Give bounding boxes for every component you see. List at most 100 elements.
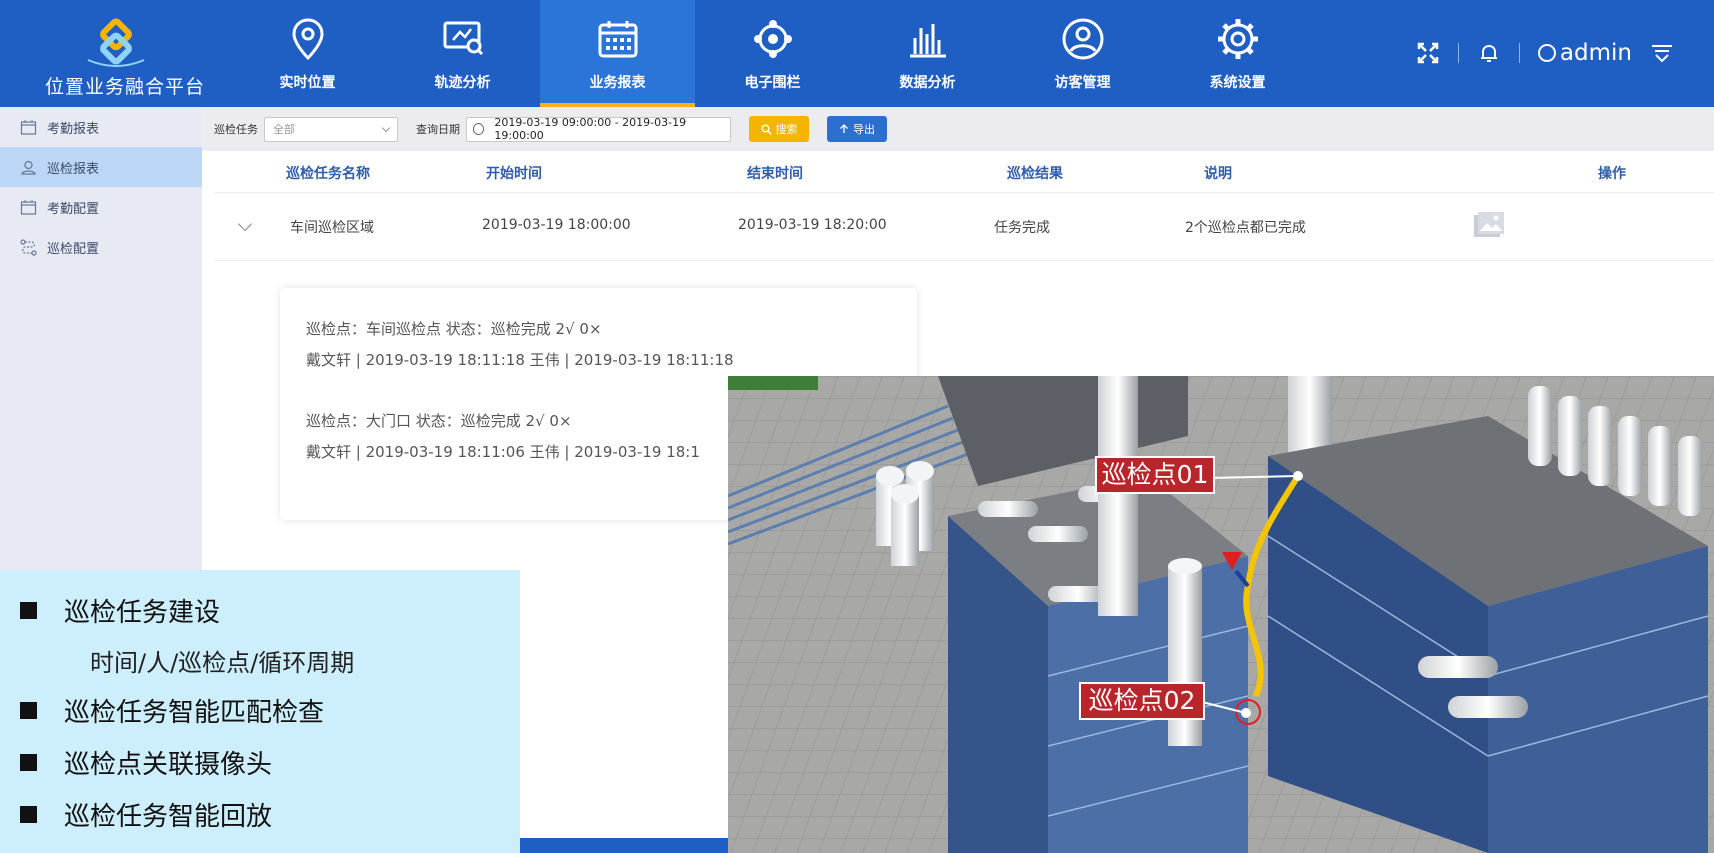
nav-label: 轨迹分析 [434,75,491,91]
app-title: 位置业务融合平台 [44,76,205,98]
sidebar-item-label: 考勤配置 [47,201,100,217]
plant-3d-scene: 巡检点01 巡检点02 [728,376,1714,853]
dropdown-menu-icon[interactable] [1650,41,1674,65]
checkpoint-record: 戴文轩 | 2019-03-19 18:11:18 王伟 | 2019-03-1… [306,351,734,369]
feature-item: 巡检任务智能回放 [0,788,520,840]
nav-label: 实时位置 [279,75,336,91]
image-playback-icon[interactable] [1472,211,1506,239]
task-name-cell: 车间巡检区域 [290,220,374,236]
user-menu[interactable]: admin [1537,40,1632,66]
nav-item-track-analysis[interactable]: 轨迹分析 [385,0,540,107]
fence-icon [754,20,792,58]
task-filter-label: 巡检任务 [214,123,258,136]
feature-text: 巡检任务智能匹配检查 [64,697,325,728]
expand-chevron-icon[interactable] [237,216,253,232]
calendar-icon [20,199,37,215]
column-header: 操作 [1598,165,1626,182]
feature-subtext: 时间/人/巡检点/循环周期 [90,648,355,677]
gear-icon [1218,19,1258,59]
sidebar: 考勤报表 巡检报表 考勤配置 巡检配置 [0,107,202,570]
nav-item-business-report[interactable]: 业务报表 [540,0,695,107]
checkpoint-01-callout[interactable]: 巡检点01 [1095,456,1215,494]
sidebar-item-attendance-config[interactable]: 考勤配置 [0,187,202,227]
nav-label: 电子围栏 [744,75,801,91]
column-header: 巡检结果 [1007,165,1063,182]
brand: 位置业务融合平台 [0,0,250,107]
column-header: 开始时间 [486,165,542,182]
avatar-icon [1537,44,1556,62]
bullet-icon [20,805,37,823]
divider [1518,43,1520,63]
feature-text: 巡检任务建设 [64,597,221,628]
feature-text: 巡检点关联摄像头 [64,749,273,780]
nav-item-data-analysis[interactable]: 数据分析 [850,0,1005,107]
clock-icon [473,123,485,135]
sidebar-item-label: 巡检配置 [47,241,100,257]
sidebar-item-label: 巡检报表 [47,161,100,177]
track-monitor-icon [443,21,484,56]
sidebar-item-label: 考勤报表 [47,121,100,137]
route-icon [20,238,37,256]
start-time-cell: 2019-03-19 18:00:00 [482,217,631,233]
nav-item-realtime-location[interactable]: 实时位置 [230,0,385,107]
date-range-value: 2019-03-19 09:00:00 - 2019-03-19 19:00:0… [494,116,687,142]
bullet-icon [20,701,37,719]
feature-item: 巡检点关联摄像头 [0,736,520,788]
sidebar-item-patrol-config[interactable]: 巡检配置 [0,227,202,267]
nav-item-visitor-management[interactable]: 访客管理 [1005,0,1160,107]
column-header: 结束时间 [747,165,803,182]
calendar-report-icon [598,21,638,58]
patrol-table: 巡检任务名称 开始时间 结束时间 巡检结果 说明 操作 车间巡检区域 2019-… [214,153,1714,261]
app-root: 位置业务融合平台 实时位置 轨迹分析 业务报表 电子围栏 数据分析 访客管理 系… [0,0,1714,853]
search-icon [761,124,771,134]
calendar-icon [20,119,37,135]
plant-illustration: 巡检点01 巡检点02 [728,376,1714,853]
search-button-label: 搜索 [775,123,798,136]
checkpoint-status: 巡检点：车间巡检点 状态：巡检完成 2√ 0× [306,320,602,338]
logo-icon [87,18,145,67]
header-tools: admin [1416,38,1674,68]
feature-item: 巡检任务智能匹配检查 [0,684,520,736]
checkpoint-02-label: 巡检点02 [1089,686,1196,715]
nav-item-electronic-fence[interactable]: 电子围栏 [695,0,850,107]
export-button[interactable]: 导出 [827,116,887,142]
location-pin-icon [292,18,324,61]
feature-list: 巡检任务建设 时间/人/巡检点/循环周期 巡检任务智能匹配检查 巡检点关联摄像头… [0,570,520,853]
date-range-input[interactable]: 2019-03-19 09:00:00 - 2019-03-19 19:00:0… [466,116,731,142]
filter-bar: 巡检任务 全部 查询日期 2019-03-19 09:00:00 - 2019-… [202,107,1714,151]
main-nav: 实时位置 轨迹分析 业务报表 电子围栏 数据分析 访客管理 系统设置 [230,0,1315,107]
username: admin [1559,40,1632,66]
nav-label: 数据分析 [899,75,956,91]
nav-label: 访客管理 [1054,75,1111,91]
upload-icon [840,123,848,133]
bottom-accent-bar [520,838,730,853]
sidebar-item-patrol-report[interactable]: 巡检报表 [0,147,202,187]
result-cell: 任务完成 [994,220,1050,236]
nav-label: 系统设置 [1209,75,1266,91]
bar-chart-icon [910,24,946,58]
table-header: 巡检任务名称 开始时间 结束时间 巡检结果 说明 操作 [214,153,1714,193]
feature-item: 巡检任务建设 [0,584,520,636]
top-navigation-bar: 位置业务融合平台 实时位置 轨迹分析 业务报表 电子围栏 数据分析 访客管理 系… [0,0,1714,107]
task-select[interactable]: 全部 [264,116,398,142]
sidebar-item-attendance-report[interactable]: 考勤报表 [0,107,202,147]
feature-text: 巡检任务智能回放 [64,801,273,832]
location-person-icon [21,160,36,175]
fullscreen-icon[interactable] [1416,41,1440,65]
note-cell: 2个巡检点都已完成 [1185,220,1306,236]
column-header: 说明 [1204,165,1232,182]
divider [1457,43,1459,63]
column-header: 巡检任务名称 [286,165,370,182]
nav-item-system-settings[interactable]: 系统设置 [1160,0,1315,107]
checkpoint-02-callout[interactable]: 巡检点02 [1079,682,1205,720]
checkpoint-01-label: 巡检点01 [1102,460,1209,489]
bullet-icon [20,753,37,771]
end-time-cell: 2019-03-19 18:20:00 [738,217,887,233]
date-filter-label: 查询日期 [416,123,460,136]
search-button[interactable]: 搜索 [749,116,809,142]
task-select-value: 全部 [273,123,295,136]
bell-icon[interactable] [1477,41,1501,65]
table-row[interactable]: 车间巡检区域 2019-03-19 18:00:00 2019-03-19 18… [214,193,1714,261]
chevron-down-icon [381,123,391,132]
nav-label: 业务报表 [589,75,646,91]
